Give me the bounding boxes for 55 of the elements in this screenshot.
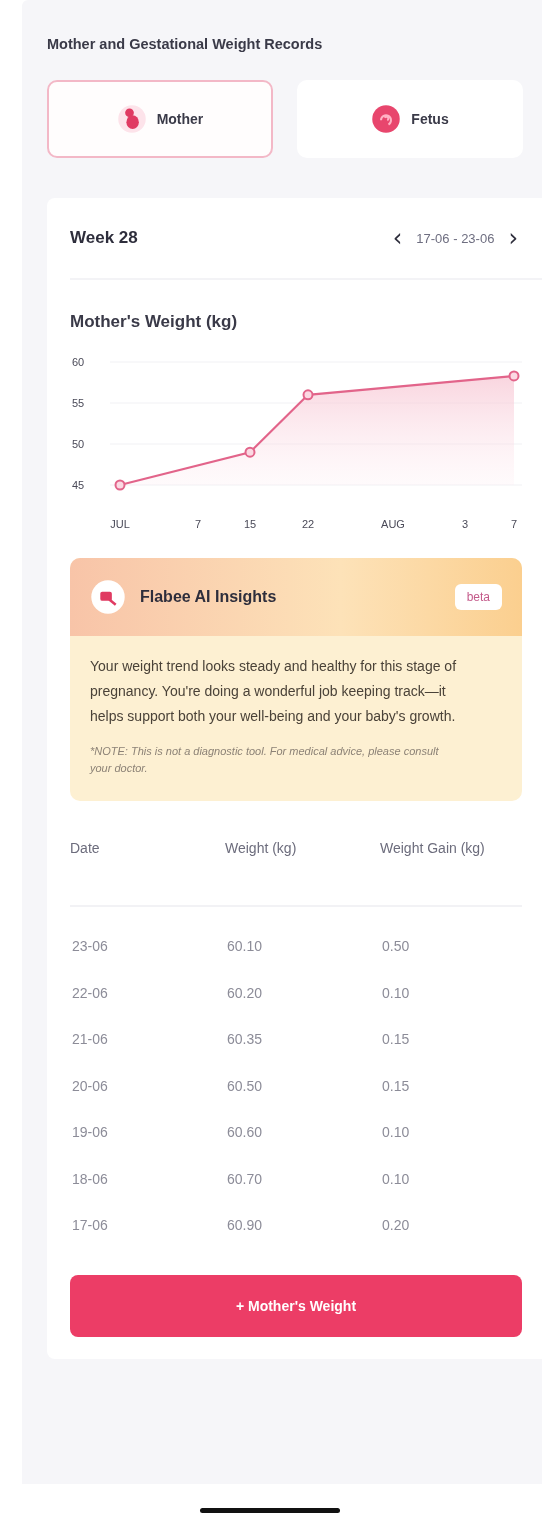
table-cell-text: 60.50 [226,1077,264,1094]
table-cell-text: 0.10 [381,1170,411,1187]
pregnant-figure-icon [116,104,147,134]
table-cell-text: 60.10 [226,938,264,955]
y-axis-label: 50 [72,438,85,450]
chat-search-icon [90,579,126,615]
x-axis-label: 22 [301,518,315,530]
week-label: Week 28 [70,228,138,248]
data-point [244,446,256,458]
page-title: Mother and Gestational Weight Records [47,36,324,52]
y-axis-label: 45 [72,479,85,491]
table-cell-text: 60.70 [226,1170,264,1187]
column-header: Date [70,839,101,858]
table-cell-text: 60.35 [226,1031,264,1048]
x-axis-label: 3 [461,518,469,530]
x-axis-label: JUL [110,518,130,530]
table-cell-text: 17-06 [71,1217,109,1234]
previous-button[interactable]: ‹ [388,226,407,250]
x-axis-label: 7 [194,518,202,530]
insight-text: Your weight trend looks steady and healthy for this stage of pregnancy. You're doing a wonderful job keeping track—it helps support both your well-being and your baby's growth. [90,657,458,726]
insights-title: Flabee AI Insights [140,588,278,606]
table-cell-text: 0.15 [381,1031,411,1048]
tab[interactable]: Mother [47,80,273,158]
table-cell-text: 0.20 [381,1217,411,1234]
x-axis-label: 15 [243,518,257,530]
x-axis-label: 7 [510,518,518,530]
table-cell-text: 0.10 [381,984,411,1001]
fetus-icon [371,104,402,134]
table-cell-text: 60.60 [226,1124,264,1141]
table-cell-text: 19-06 [71,1124,109,1141]
data-point [508,370,520,382]
beta-badge: beta [454,584,502,610]
table-cell-text: 22-06 [71,984,109,1001]
table-cell-text: 60.90 [226,1217,264,1234]
table-cell-text: 0.50 [381,938,411,955]
column-header: Weight Gain (kg) [380,839,486,858]
disclaimer-note: *NOTE: This is not a diagnostic tool. For medical advice, please consult your doctor. [90,744,440,776]
table-cell-text: 20-06 [71,1077,109,1094]
table-cell-text: 0.15 [381,1077,411,1094]
column-header: Weight (kg) [225,839,298,858]
x-axis-label: AUG [381,518,405,530]
table-cell-text: 60.20 [226,984,264,1001]
tab[interactable]: Fetus [297,80,523,158]
chart-title: Mother's Weight (kg) [70,312,239,332]
table-cell-text: 0.10 [381,1124,411,1141]
data-point [114,479,126,491]
y-axis-label: 60 [72,356,85,368]
next-button[interactable]: › [504,226,522,250]
table-cell-text: 21-06 [71,1031,109,1048]
table-cell-text: 23-06 [71,938,109,955]
table-cell-text: 18-06 [71,1170,109,1187]
add-weight-button[interactable]: + Mother's Weight [70,1274,522,1337]
data-point [302,389,314,401]
y-axis-label: 55 [72,397,85,409]
date-range: 17-06 - 23-06 [416,230,495,246]
